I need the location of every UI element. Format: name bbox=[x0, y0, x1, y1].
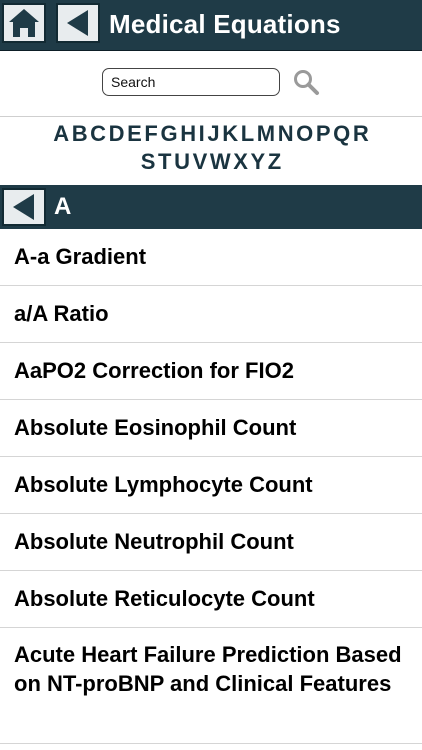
list-item[interactable]: Acute Heart Failure Prediction Based on … bbox=[0, 628, 422, 744]
search-bar bbox=[0, 51, 422, 116]
alphabet-letter[interactable]: F bbox=[144, 120, 157, 148]
alphabet-letter[interactable]: N bbox=[278, 120, 294, 148]
alphabet-letter[interactable]: D bbox=[109, 120, 125, 148]
alphabet-letter[interactable]: J bbox=[207, 120, 219, 148]
alphabet-index: ABCDEFGHIJKLMNOPQR STUVWXYZ bbox=[0, 120, 422, 176]
alphabet-letter[interactable]: X bbox=[233, 148, 248, 176]
alphabet-letter[interactable]: B bbox=[72, 120, 88, 148]
back-arrow-icon bbox=[13, 194, 34, 220]
back-button[interactable] bbox=[56, 3, 100, 43]
alphabet-letter[interactable]: E bbox=[127, 120, 142, 148]
top-navigation-bar: Medical Equations bbox=[0, 0, 422, 51]
alphabet-letter[interactable]: T bbox=[158, 148, 171, 176]
divider bbox=[0, 116, 422, 117]
search-icon[interactable] bbox=[292, 68, 320, 96]
alphabet-letter[interactable]: M bbox=[257, 120, 275, 148]
alphabet-letter[interactable]: I bbox=[199, 120, 205, 148]
alphabet-letter[interactable]: U bbox=[174, 148, 190, 176]
alphabet-letter[interactable]: C bbox=[90, 120, 106, 148]
section-title: A bbox=[54, 193, 72, 220]
home-icon bbox=[9, 9, 39, 37]
equation-list: A-a Gradient a/A Ratio AaPO2 Correction … bbox=[0, 229, 422, 744]
list-item[interactable]: A-a Gradient bbox=[0, 229, 422, 286]
alphabet-letter[interactable]: R bbox=[353, 120, 369, 148]
alphabet-row: STUVWXYZ bbox=[0, 148, 422, 176]
list-item[interactable]: a/A Ratio bbox=[0, 286, 422, 343]
list-item[interactable]: Absolute Neutrophil Count bbox=[0, 514, 422, 571]
alphabet-letter[interactable]: W bbox=[210, 148, 231, 176]
back-arrow-icon bbox=[67, 10, 88, 36]
alphabet-letter[interactable]: O bbox=[296, 120, 313, 148]
alphabet-letter[interactable]: Q bbox=[333, 120, 350, 148]
alphabet-letter[interactable]: P bbox=[316, 120, 331, 148]
alphabet-letter[interactable]: H bbox=[180, 120, 196, 148]
list-item[interactable]: Absolute Eosinophil Count bbox=[0, 400, 422, 457]
page-title: Medical Equations bbox=[109, 9, 341, 39]
list-item[interactable]: Absolute Lymphocyte Count bbox=[0, 457, 422, 514]
section-back-button[interactable] bbox=[2, 188, 46, 226]
alphabet-letter[interactable]: Y bbox=[251, 148, 266, 176]
alphabet-letter[interactable]: A bbox=[53, 120, 69, 148]
alphabet-letter[interactable]: K bbox=[222, 120, 238, 148]
alphabet-letter[interactable]: S bbox=[141, 148, 156, 176]
list-item[interactable]: Absolute Reticulocyte Count bbox=[0, 571, 422, 628]
alphabet-letter[interactable]: L bbox=[241, 120, 254, 148]
list-item[interactable]: AaPO2 Correction for FIO2 bbox=[0, 343, 422, 400]
alphabet-letter[interactable]: V bbox=[193, 148, 208, 176]
search-input[interactable] bbox=[102, 68, 280, 96]
home-button[interactable] bbox=[2, 3, 46, 43]
alphabet-row: ABCDEFGHIJKLMNOPQR bbox=[0, 120, 422, 148]
alphabet-letter[interactable]: G bbox=[160, 120, 177, 148]
section-header: A bbox=[0, 185, 422, 229]
alphabet-letter[interactable]: Z bbox=[268, 148, 281, 176]
